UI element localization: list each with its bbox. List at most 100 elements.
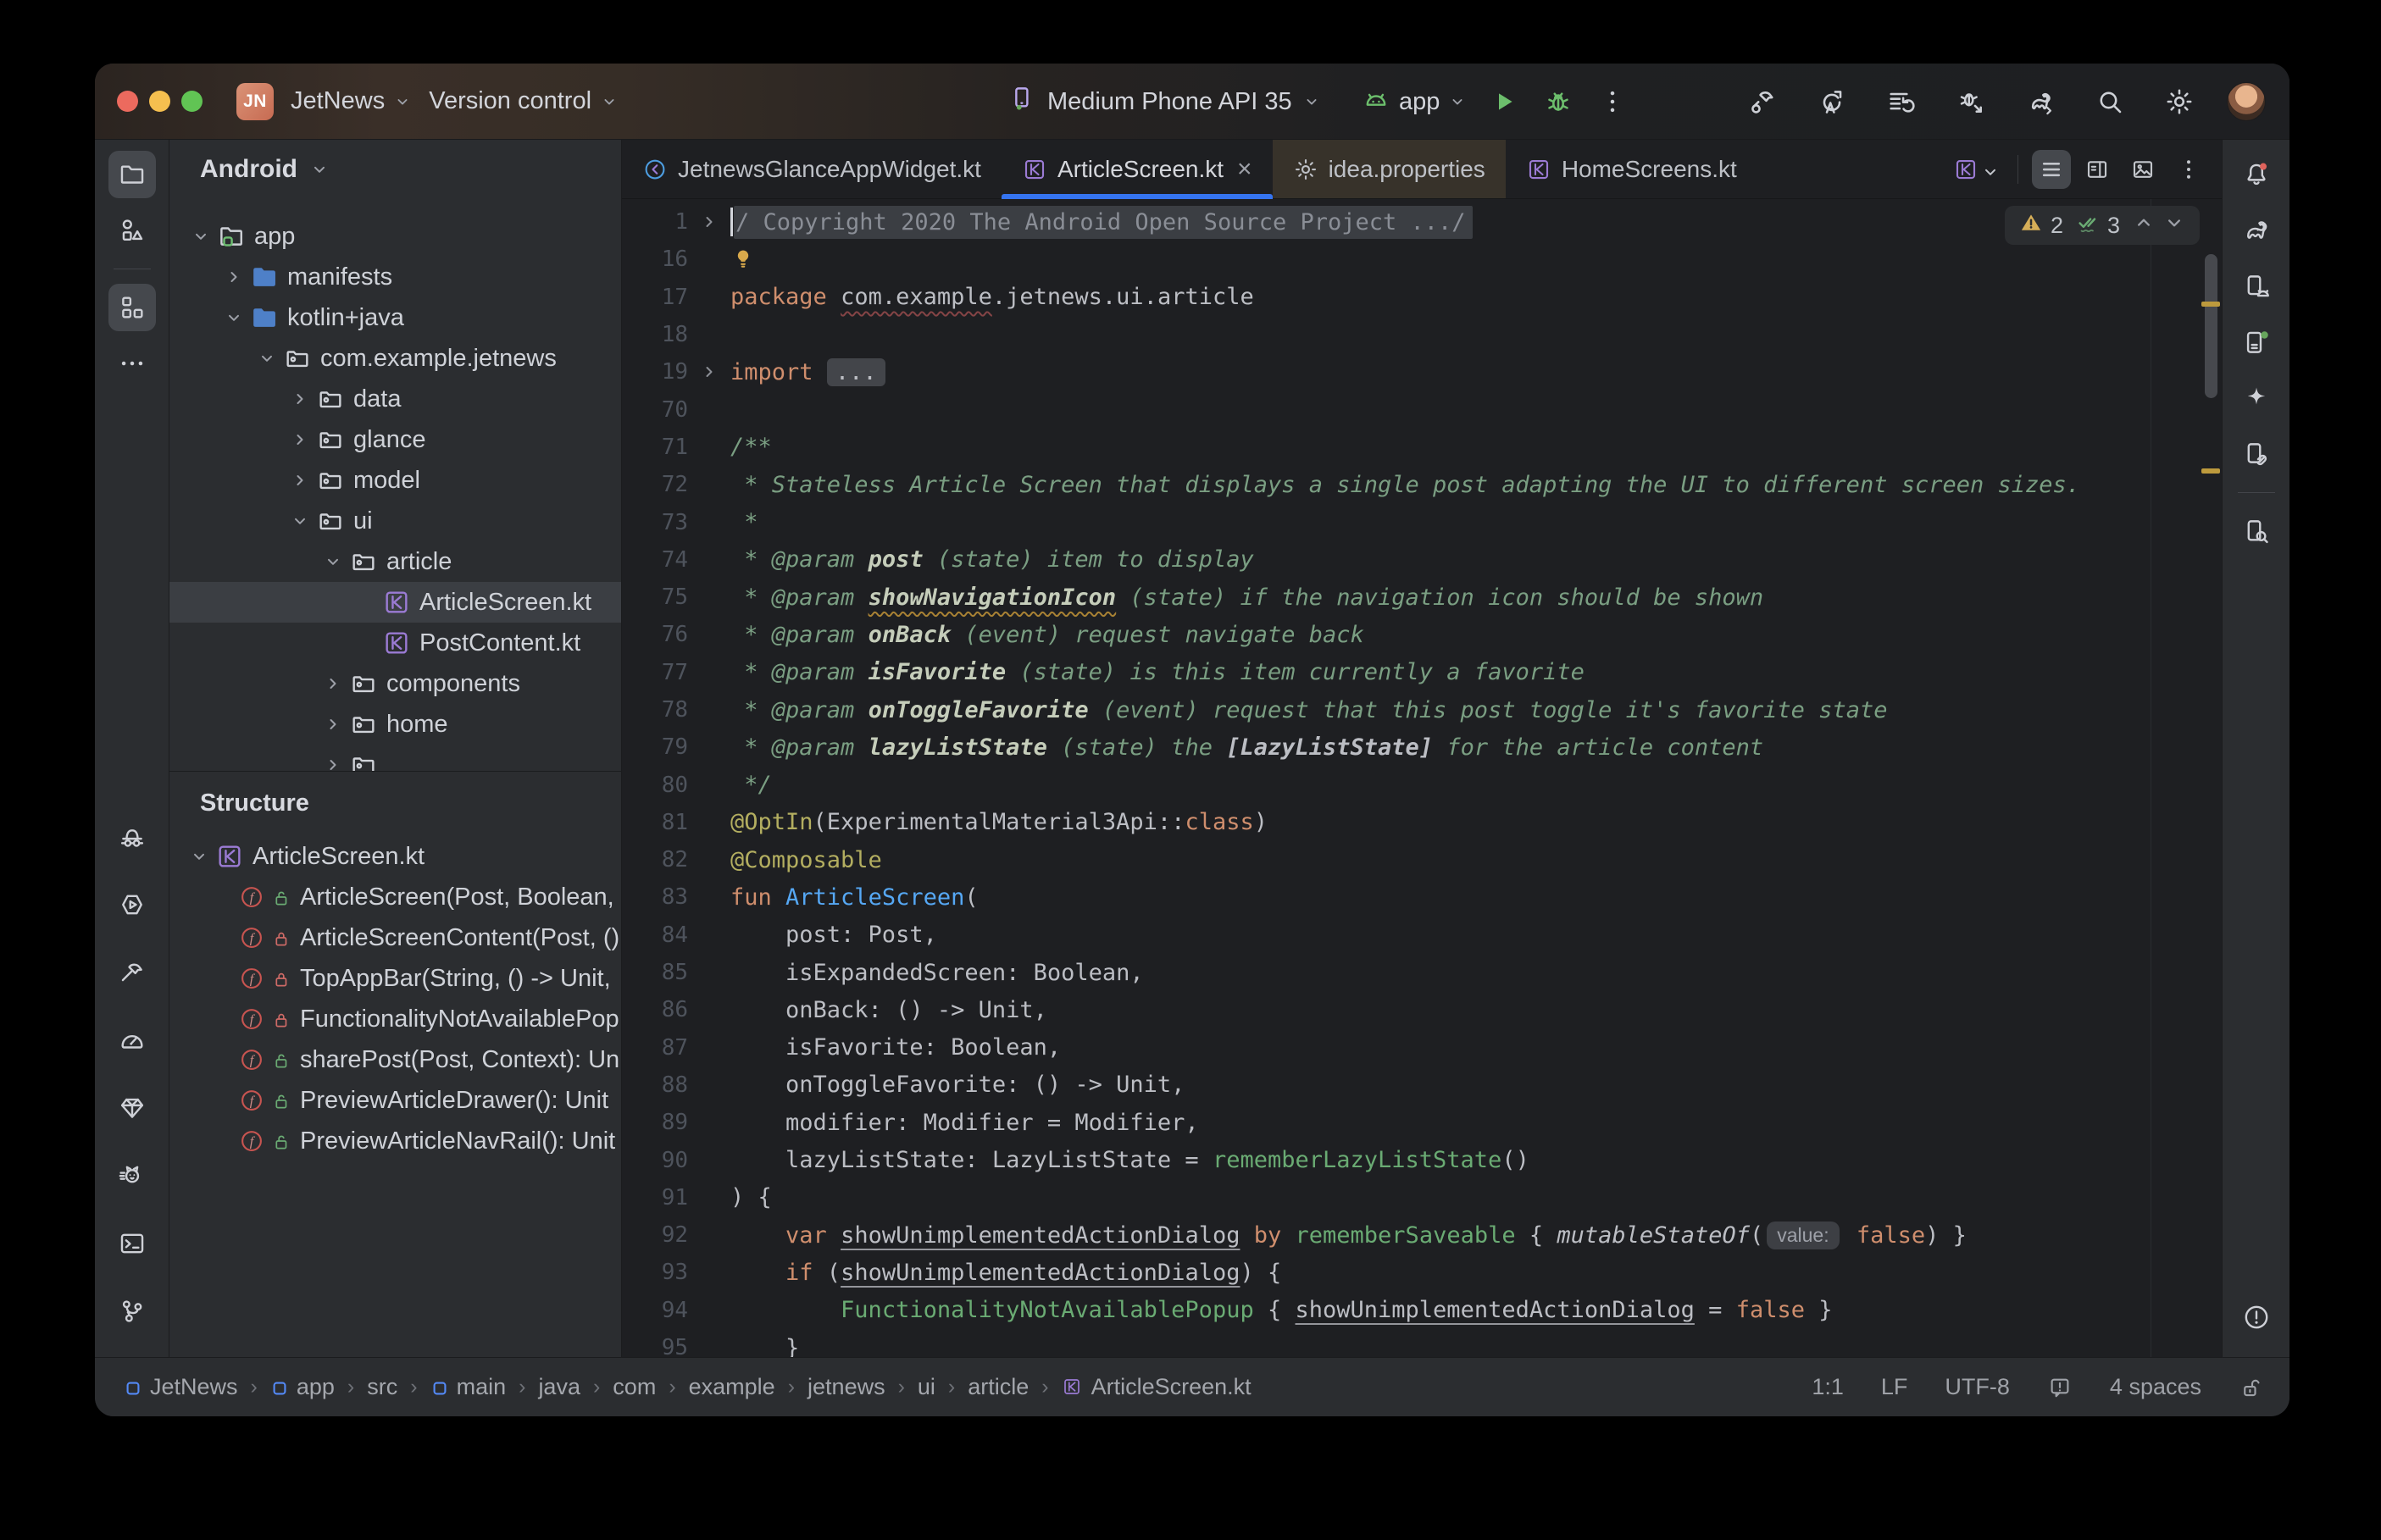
previous-problem-button[interactable] — [2132, 210, 2156, 241]
line-number[interactable]: 79 — [622, 734, 688, 760]
warning-stripe-mark[interactable] — [2201, 468, 2220, 474]
close-tab-icon[interactable]: × — [1237, 157, 1252, 182]
line-number[interactable]: 94 — [622, 1298, 688, 1323]
folded-imports[interactable]: ... — [827, 358, 885, 386]
scrollbar-thumb[interactable] — [2205, 254, 2217, 398]
line-number[interactable]: 74 — [622, 547, 688, 573]
project-button[interactable] — [108, 151, 156, 198]
code-editor[interactable]: 1/ Copyright 2020 The Android Open Sourc… — [622, 199, 2222, 1357]
line-number[interactable]: 17 — [622, 285, 688, 310]
vcs-widget[interactable]: Version control — [429, 87, 619, 115]
line-number[interactable]: 89 — [622, 1110, 688, 1135]
breadcrumb-item[interactable]: main — [430, 1374, 507, 1400]
indent-style[interactable]: 4 spaces — [2110, 1374, 2201, 1400]
structure-item[interactable]: f ArticleScreen(Post, Boolean, — [169, 877, 621, 917]
chevron-right-icon[interactable] — [284, 389, 316, 409]
line-number[interactable]: 16 — [622, 247, 688, 272]
run-config-selector[interactable]: app — [1362, 87, 1467, 116]
search-everywhere-button[interactable] — [2093, 85, 2127, 119]
device-selector[interactable]: Medium Phone API 35 — [1008, 64, 1321, 140]
line-number[interactable]: 80 — [622, 773, 688, 798]
line-number[interactable]: 75 — [622, 584, 688, 610]
structure-item[interactable]: f FunctionalityNotAvailablePop — [169, 999, 621, 1039]
line-number[interactable]: 87 — [622, 1035, 688, 1061]
line-number[interactable]: 92 — [622, 1222, 688, 1248]
tree-item-articlescreen-kt[interactable]: ArticleScreen.kt — [169, 582, 621, 623]
running-devices-button[interactable] — [2233, 319, 2280, 366]
app-quality-insights-button[interactable] — [108, 1084, 156, 1132]
tab-articlescreen-kt[interactable]: ArticleScreen.kt× — [1002, 140, 1273, 198]
line-number[interactable]: 73 — [622, 510, 688, 535]
open-tabs-dropdown-button[interactable] — [1950, 150, 2004, 189]
apply-code-changes-button[interactable] — [1884, 85, 1918, 119]
device-manager-button[interactable] — [2233, 263, 2280, 310]
tree-item-com-example-jetnews[interactable]: com.example.jetnews — [169, 338, 621, 379]
tree-item-postcontent-kt[interactable]: PostContent.kt — [169, 623, 621, 663]
close-window-button[interactable] — [117, 91, 138, 112]
version-control-button[interactable] — [108, 1288, 156, 1335]
breadcrumb-item[interactable]: ui — [918, 1374, 935, 1400]
fold-chevron-icon[interactable] — [688, 362, 730, 382]
line-number[interactable]: 88 — [622, 1072, 688, 1098]
line-number[interactable]: 1 — [622, 209, 688, 235]
structure-root[interactable]: ArticleScreen.kt — [169, 836, 621, 877]
chevron-down-icon[interactable] — [284, 511, 316, 531]
intention-bulb-icon[interactable] — [730, 245, 756, 274]
structure-item[interactable]: f sharePost(Post, Context): Un — [169, 1039, 621, 1080]
line-number[interactable]: 90 — [622, 1148, 688, 1173]
tab-homescreens-kt[interactable]: HomeScreens.kt — [1506, 140, 1757, 198]
tree-item-model[interactable]: model — [169, 460, 621, 501]
logcat-button[interactable] — [108, 1152, 156, 1199]
inspection-widget[interactable]: 2 3 — [2005, 206, 2200, 245]
line-number[interactable]: 86 — [622, 997, 688, 1022]
breadcrumb-item[interactable]: ArticleScreen.kt — [1062, 1374, 1252, 1400]
device-mirroring-button[interactable] — [2233, 430, 2280, 478]
minimize-window-button[interactable] — [149, 91, 170, 112]
breadcrumb-item[interactable]: java — [538, 1374, 580, 1400]
next-problem-button[interactable] — [2162, 210, 2186, 241]
chevron-right-icon[interactable] — [317, 755, 349, 771]
line-number[interactable]: 18 — [622, 322, 688, 347]
line-number[interactable]: 85 — [622, 960, 688, 985]
tab-idea-properties[interactable]: idea.properties — [1273, 140, 1506, 198]
tree-item-article[interactable]: article — [169, 541, 621, 582]
more-tool-windows-button[interactable] — [108, 340, 156, 387]
line-number[interactable]: 93 — [622, 1260, 688, 1285]
breadcrumb-item[interactable]: article — [968, 1374, 1029, 1400]
line-number[interactable]: 95 — [622, 1335, 688, 1357]
chevron-right-icon[interactable] — [218, 267, 250, 287]
line-number[interactable]: 91 — [622, 1185, 688, 1210]
notifications-button[interactable] — [2233, 151, 2280, 198]
tree-item-components[interactable]: components — [169, 663, 621, 704]
line-number[interactable]: 82 — [622, 847, 688, 872]
tree-item-data[interactable]: data — [169, 379, 621, 419]
chevron-down-icon[interactable] — [251, 348, 283, 368]
chevron-right-icon[interactable] — [284, 429, 316, 450]
terminal-button[interactable] — [108, 1220, 156, 1267]
breadcrumb-item[interactable]: src — [367, 1374, 397, 1400]
fold-chevron-icon[interactable] — [688, 212, 730, 232]
chevron-down-icon[interactable] — [218, 307, 250, 328]
structure-item[interactable]: f PreviewArticleDrawer(): Unit — [169, 1080, 621, 1121]
apply-changes-and-restart-button[interactable] — [1815, 85, 1849, 119]
line-number[interactable]: 76 — [622, 622, 688, 647]
tree-item-manifests[interactable]: manifests — [169, 257, 621, 297]
chevron-down-icon[interactable] — [183, 846, 215, 867]
avatar[interactable] — [2227, 82, 2266, 121]
view-split-button[interactable] — [2078, 150, 2117, 189]
breadcrumb-item[interactable]: JetNews — [124, 1374, 238, 1400]
chevron-down-icon[interactable] — [317, 551, 349, 572]
breadcrumb-item[interactable]: jetnews — [808, 1374, 885, 1400]
device-explorer-button[interactable] — [2233, 507, 2280, 555]
gemini-button[interactable] — [2233, 374, 2280, 422]
tree-item-kotlin-java[interactable]: kotlin+java — [169, 297, 621, 338]
warning-stripe-mark[interactable] — [2201, 302, 2220, 307]
run-button[interactable] — [1487, 85, 1521, 119]
editor-options-button[interactable] — [2169, 150, 2208, 189]
tree-item[interactable] — [169, 745, 621, 771]
zoom-window-button[interactable] — [181, 91, 203, 112]
problems-button[interactable] — [2233, 1293, 2280, 1341]
project-switcher[interactable]: JetNews — [291, 87, 412, 115]
breadcrumb-item[interactable]: com — [613, 1374, 656, 1400]
line-number[interactable]: 84 — [622, 922, 688, 948]
